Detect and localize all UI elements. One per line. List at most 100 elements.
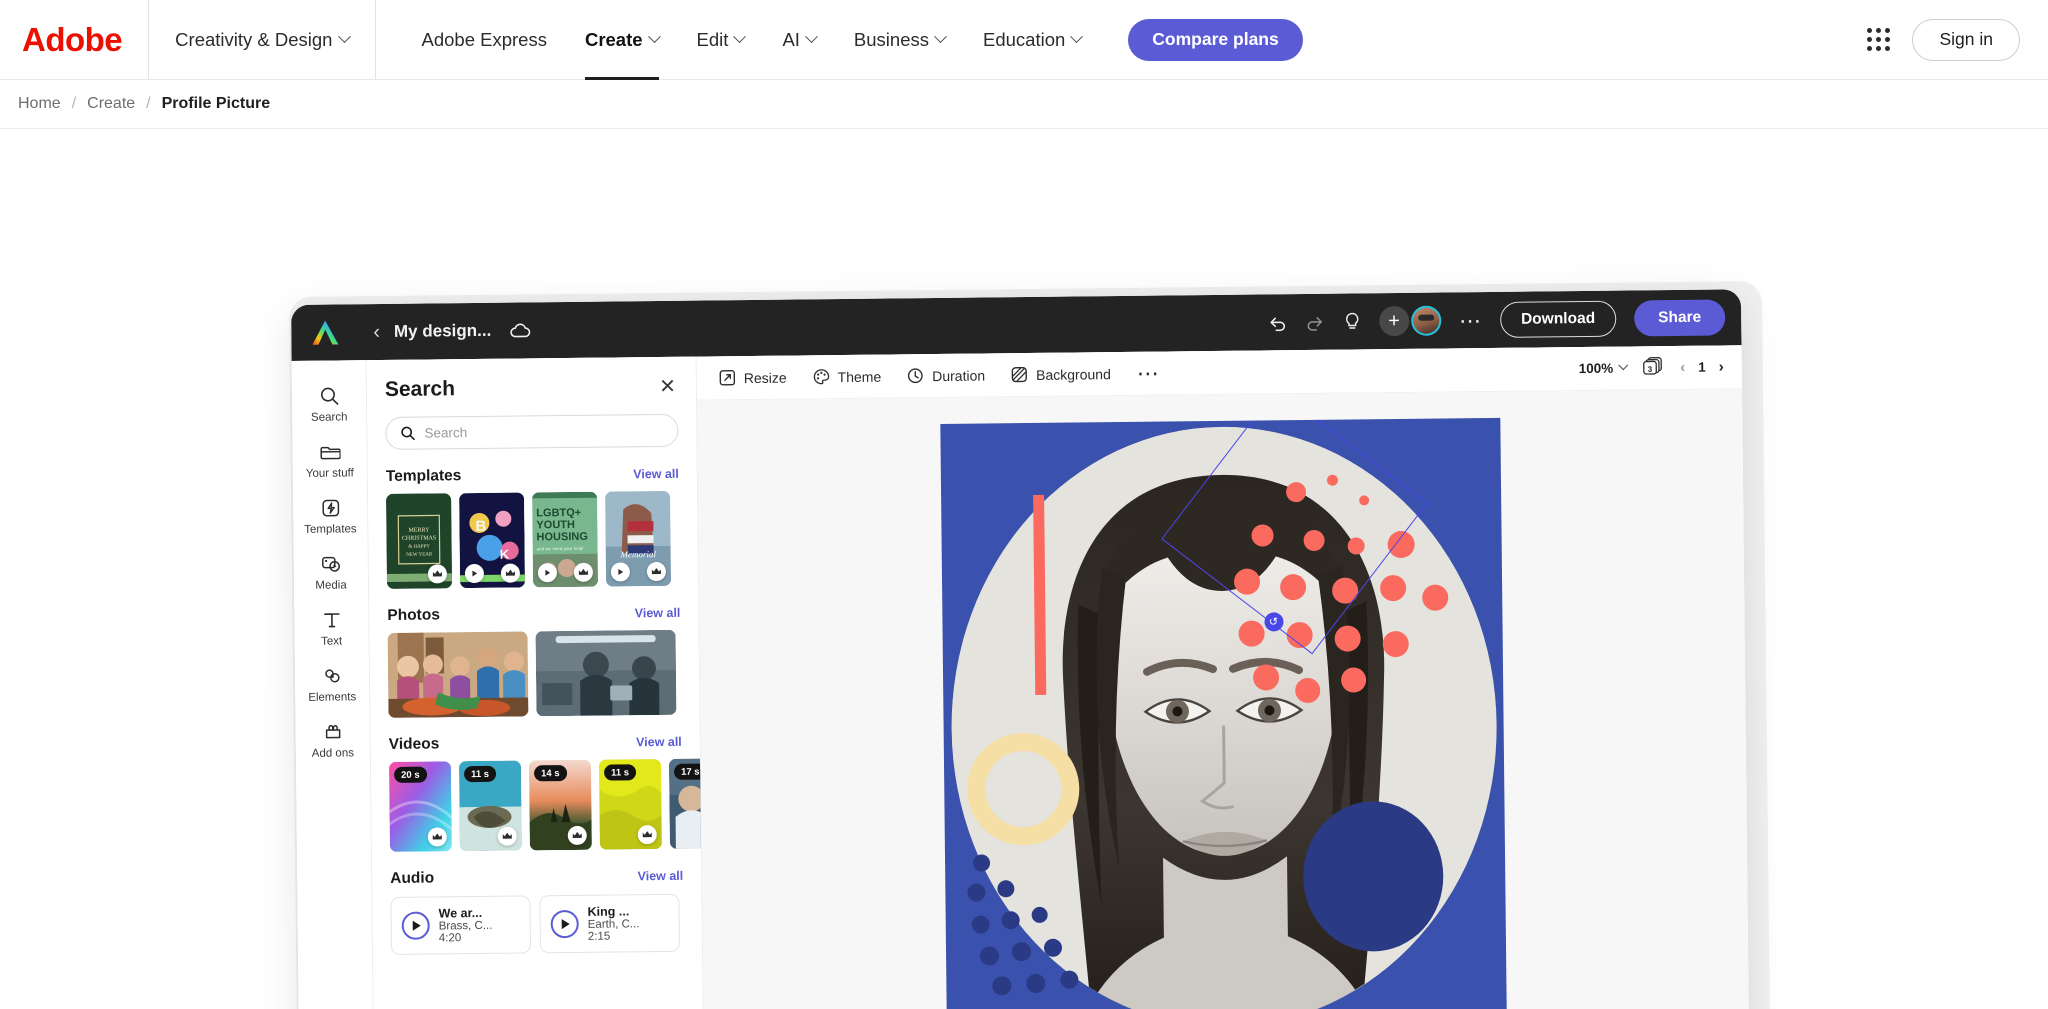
video-card[interactable]: 11 s	[458, 760, 522, 852]
sidebar-item-your-stuff[interactable]: Your stuff	[295, 432, 364, 487]
download-button[interactable]: Download	[1499, 300, 1617, 338]
template-card[interactable]: BK	[459, 492, 526, 589]
share-button[interactable]: Share	[1633, 299, 1726, 337]
search-input[interactable]	[424, 422, 664, 441]
canvas-more-horizontal-icon[interactable]: ⋯	[1137, 361, 1160, 386]
premium-crown-icon	[573, 562, 594, 582]
play-icon[interactable]	[401, 911, 430, 940]
redo-icon[interactable]	[1305, 313, 1325, 331]
adobe-logo-link[interactable]: Adobe	[0, 0, 150, 79]
sidebar-item-elements[interactable]: Elements	[298, 656, 367, 711]
sidebar-item-add-ons[interactable]: Add ons	[298, 712, 367, 767]
nav-item-label: Edit	[696, 28, 729, 50]
prev-page-chevron-left-icon[interactable]: ‹	[1680, 359, 1685, 376]
addons-icon	[325, 725, 340, 739]
creativity-and-design-menu[interactable]: Creativity & Design	[149, 0, 377, 79]
svg-text:and we need your help!: and we need your help!	[537, 546, 584, 552]
svg-text:NEW YEAR: NEW YEAR	[406, 552, 433, 557]
breadcrumb: Home / Create / Profile Picture	[0, 80, 2048, 129]
audio-list-row: We ar... Brass, C... 4:20 King ... Earth…	[372, 885, 702, 956]
view-all-photos-link[interactable]: View all	[635, 606, 681, 620]
sidebar-item-templates[interactable]: Templates	[296, 488, 365, 543]
background-icon	[1011, 366, 1028, 383]
video-card[interactable]: 17 s	[668, 758, 701, 849]
page-navigator: ‹ 1 ›	[1680, 359, 1724, 376]
red-bar-shape[interactable]	[1032, 494, 1046, 695]
premium-crown-icon	[567, 825, 587, 846]
audio-card[interactable]: We ar... Brass, C... 4:20	[390, 895, 532, 955]
nav-item-business[interactable]: Business	[835, 0, 964, 80]
theme-button[interactable]: Theme	[813, 368, 882, 386]
resize-button[interactable]: Resize	[719, 369, 787, 387]
back-chevron-left-icon[interactable]: ‹	[373, 321, 380, 343]
audio-title: We ar...	[438, 905, 483, 921]
nav-item-create[interactable]: Create	[566, 0, 678, 80]
sign-in-button[interactable]: Sign in	[1912, 18, 2020, 61]
nav-item-label: Create	[584, 28, 643, 50]
photos-thumbnail-row	[369, 622, 699, 719]
sidebar-item-search[interactable]: Search	[295, 376, 364, 431]
adobe-express-logo-icon[interactable]	[309, 317, 341, 347]
video-card[interactable]: 11 s	[598, 759, 662, 850]
zoom-level-select[interactable]: 100%	[1579, 360, 1629, 376]
nav-item-edit[interactable]: Edit	[678, 0, 764, 80]
pages-icon[interactable]: 3	[1643, 356, 1664, 380]
section-title: Templates	[385, 467, 462, 485]
pages-count: 3	[1648, 364, 1653, 373]
template-card[interactable]: LGBTQ+ YOUTH HOUSING and we need your help!	[532, 491, 599, 588]
text-icon	[323, 613, 340, 628]
lightbulb-icon[interactable]	[1343, 311, 1361, 331]
photo-card[interactable]	[387, 631, 529, 718]
premium-crown-icon	[427, 564, 448, 584]
search-icon	[401, 426, 415, 441]
photo-card[interactable]	[535, 629, 677, 717]
close-icon[interactable]: ✕	[659, 376, 676, 398]
breadcrumb-item-create[interactable]: Create	[87, 95, 135, 113]
play-icon[interactable]	[537, 563, 558, 583]
yellow-ring-shape[interactable]	[966, 732, 1080, 846]
compare-plans-button[interactable]: Compare plans	[1128, 18, 1303, 61]
artboard[interactable]: ↺	[939, 417, 1507, 1009]
panel-title: Search	[384, 377, 456, 401]
search-panel-header: Search ✕	[367, 375, 696, 403]
svg-text:Memorial: Memorial	[619, 549, 656, 559]
more-horizontal-icon[interactable]: ⋯	[1459, 308, 1482, 333]
document-title[interactable]: My design...	[394, 321, 492, 342]
nav-item-adobe-express[interactable]: Adobe Express	[402, 0, 565, 80]
navy-circle-shape[interactable]	[1301, 800, 1444, 953]
view-all-audio-link[interactable]: View all	[637, 869, 683, 883]
avatar[interactable]	[1410, 305, 1442, 336]
video-card[interactable]: 14 s	[528, 759, 592, 851]
sidebar-item-text[interactable]: Text	[297, 600, 366, 655]
template-card[interactable]: Memorial	[605, 490, 672, 587]
play-icon[interactable]	[464, 563, 485, 584]
nav-item-ai[interactable]: AI	[763, 0, 834, 80]
app-switcher-grid-dots-icon[interactable]	[1867, 28, 1891, 51]
breadcrumb-separator: /	[71, 95, 77, 112]
duration-button[interactable]: Duration	[907, 366, 985, 384]
videos-thumbnail-row: 20 s 11 s 14 s 11 s 17 s	[371, 751, 701, 853]
undo-icon[interactable]	[1267, 313, 1287, 332]
folder-icon	[319, 446, 341, 460]
audio-card[interactable]: King ... Earth, C... 2:15	[539, 893, 681, 954]
sidebar-item-label: Search	[310, 411, 348, 424]
add-collaborator-plus-icon[interactable]: +	[1378, 305, 1410, 337]
template-card[interactable]: MERRY CHRISTMAS & HAPPY NEW YEAR	[386, 493, 453, 589]
video-card[interactable]: 20 s	[388, 761, 452, 852]
play-icon[interactable]	[550, 909, 579, 939]
breadcrumb-item-home[interactable]: Home	[18, 95, 61, 113]
background-button[interactable]: Background	[1011, 365, 1111, 383]
toolbar-label: Background	[1036, 365, 1111, 383]
view-all-videos-link[interactable]: View all	[636, 735, 682, 749]
svg-text:LGBTQ+: LGBTQ+	[536, 507, 581, 519]
toolbar-label: Resize	[743, 369, 787, 386]
search-input-wrapper[interactable]	[385, 413, 679, 450]
rotate-icon[interactable]: ↺	[1263, 612, 1284, 632]
sidebar-item-media[interactable]: Media	[297, 544, 366, 599]
play-icon[interactable]	[610, 562, 631, 582]
nav-item-education[interactable]: Education	[964, 0, 1100, 80]
next-page-chevron-right-icon[interactable]: ›	[1719, 359, 1724, 376]
chevron-down-icon	[805, 30, 818, 44]
view-all-templates-link[interactable]: View all	[633, 467, 679, 481]
nav-right-actions: Sign in	[1867, 0, 2048, 79]
